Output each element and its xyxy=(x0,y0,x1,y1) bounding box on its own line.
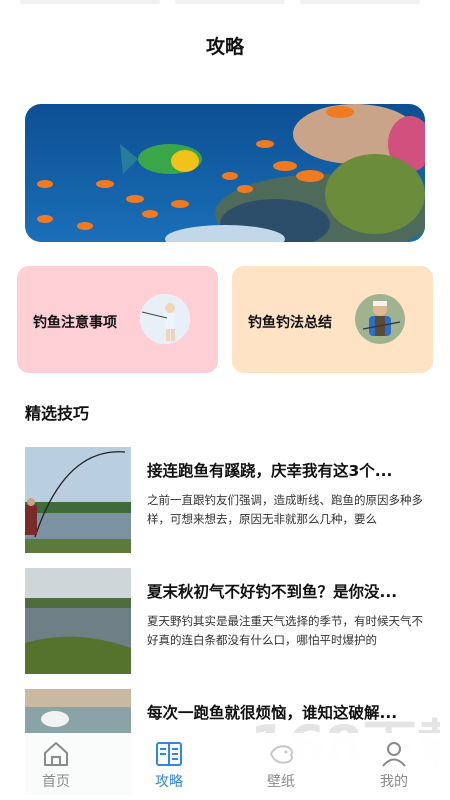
guide-book-icon xyxy=(156,742,182,766)
home-icon xyxy=(44,742,68,766)
profile-icon xyxy=(382,742,406,767)
status-strip xyxy=(0,0,450,6)
tab-label: 攻略 xyxy=(155,774,183,790)
card-label: 钓鱼钓法总结 xyxy=(248,315,332,331)
tab-label: 首页 xyxy=(42,774,70,790)
article-description: 之前一直跟钓友们强调，造成断线、跑鱼的原因多种多样，可想来想去，原因无非就那么几… xyxy=(147,493,423,526)
coral-reef-illustration xyxy=(25,104,425,242)
article-item[interactable]: 夏末秋初气不好钓不到鱼？是你没... 夏天野钓其实是最注重天气选择的季节，有时候… xyxy=(25,568,425,674)
section-title: 精选技巧 xyxy=(25,404,90,423)
card-fishing-precautions[interactable]: 钓鱼注意事项 xyxy=(17,266,218,373)
angler-avatar xyxy=(355,294,405,344)
tab-guide[interactable]: 攻略 xyxy=(139,739,199,791)
article-thumbnail xyxy=(25,447,131,553)
tab-profile[interactable]: 我的 xyxy=(364,739,424,791)
tab-label: 壁纸 xyxy=(267,774,295,790)
article-thumbnail xyxy=(25,568,131,674)
article-title: 接连跑鱼有蹊跷，庆幸我有这3个... xyxy=(147,462,393,480)
article-item[interactable]: 接连跑鱼有蹊跷，庆幸我有这3个... 之前一直跟钓友们强调，造成断线、跑鱼的原因… xyxy=(25,447,425,553)
tab-home[interactable]: 首页 xyxy=(26,739,86,791)
tab-label: 我的 xyxy=(380,774,408,790)
page-title: 攻略 xyxy=(205,36,244,58)
banner-image[interactable] xyxy=(25,104,425,242)
article-title: 夏末秋初气不好钓不到鱼？是你没... xyxy=(147,583,398,601)
angler-avatar xyxy=(140,294,190,344)
card-label: 钓鱼注意事项 xyxy=(33,315,117,331)
bottom-tab-bar: 首页 攻略 壁纸 我的 xyxy=(0,733,450,800)
card-fishing-methods[interactable]: 钓鱼钓法总结 xyxy=(232,266,433,373)
wallpaper-icon xyxy=(269,745,293,764)
article-description: 夏天野钓其实是最注重天气选择的季节，有时候天气不好真的连白条都没有什么口，哪怕平… xyxy=(147,614,423,647)
tab-wallpaper[interactable]: 壁纸 xyxy=(251,739,311,791)
